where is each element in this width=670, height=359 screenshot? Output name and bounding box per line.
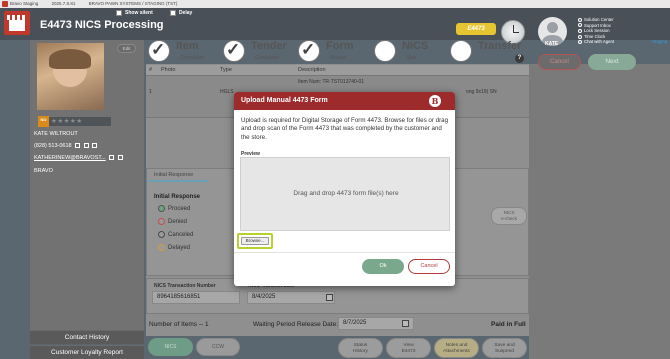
- customer-email-row: KATHERINEW@BRAVOST...: [34, 155, 123, 161]
- lock-icon: [578, 28, 582, 33]
- window-title: Bravo Staging: [10, 1, 39, 6]
- customer-email[interactable]: KATHERINEW@BRAVOST...: [34, 155, 106, 161]
- star-rating: ★★★★★: [49, 117, 111, 126]
- paid-status: Paid in Full: [491, 321, 526, 328]
- customer-rating: NO ★★★★★: [38, 116, 111, 127]
- initial-response-title: Initial Response: [154, 194, 201, 200]
- show-silent-checkbox[interactable]: Show silent: [116, 10, 153, 16]
- page-title: E4473 NICS Processing: [40, 19, 164, 31]
- window-titlebar: Bravo Staging 2025.7.8.81 BRAVO PAWN SYS…: [0, 0, 670, 8]
- nics-txn-label: NICS Transaction Number: [154, 283, 216, 289]
- tab-initial-response[interactable]: Initial Response: [148, 169, 208, 182]
- check-icon: ✓: [226, 40, 241, 59]
- dialog-cancel-button[interactable]: Cancel: [408, 259, 450, 274]
- calendar-icon[interactable]: [402, 320, 409, 327]
- view-e4473-button[interactable]: View E4473: [386, 338, 431, 358]
- app-icon: [2, 1, 8, 7]
- radio-proceed[interactable]: Proceed: [158, 205, 190, 212]
- customer-name: KATE WILTROUT: [34, 131, 78, 137]
- inbox-icon: [578, 23, 582, 28]
- browse-highlight: Browse...: [237, 233, 273, 249]
- phone-icon[interactable]: [83, 143, 89, 149]
- next-button[interactable]: Next: [588, 54, 636, 70]
- bravo-logo-icon: B: [429, 95, 441, 107]
- row-desc-tail: ong 9x19) SN: [466, 89, 497, 95]
- customer-phone-row: (828) 513-0618: [34, 143, 98, 149]
- file-dropzone[interactable]: Drag and drop 4473 form file(s) here: [240, 157, 450, 231]
- calendar-icon[interactable]: [326, 294, 333, 301]
- items-count: Number of Items -- 1: [149, 321, 209, 328]
- status-history-button[interactable]: Status History: [338, 338, 383, 358]
- help-icon[interactable]: ?: [515, 54, 524, 63]
- dropzone-text: Drag and drop 4473 form file(s) here: [293, 190, 399, 197]
- col-photo: Photo: [161, 67, 176, 73]
- col-description: Description: [298, 67, 326, 73]
- nics-txn-field[interactable]: 8964185616851: [152, 291, 240, 304]
- app-header: E4473 NICS Processing Show silent Delay …: [0, 8, 670, 46]
- ok-button[interactable]: Ok: [362, 259, 404, 274]
- progress-stepper: ✓ Item Completed ✓ Tender Completed ✓ Form…: [146, 38, 529, 64]
- radio-canceled[interactable]: Canceled: [158, 231, 193, 238]
- help-circle-icon: [578, 17, 582, 22]
- e4473-brand-badge: E4473: [456, 23, 496, 35]
- col-type: Type: [220, 67, 232, 73]
- contact-history-button[interactable]: Contact History: [30, 330, 144, 344]
- trash-icon[interactable]: [117, 155, 123, 161]
- col-number: #: [149, 67, 153, 73]
- menu-chat-with-agent[interactable]: Chat with Agent: [578, 39, 614, 45]
- customer-company: BRAVO: [34, 168, 53, 174]
- tab-ccw[interactable]: CCW: [196, 338, 240, 356]
- row-type: HGLS: [220, 89, 234, 95]
- rating-badge: NO: [38, 116, 49, 127]
- radio-denied[interactable]: Denied: [158, 218, 187, 225]
- window-company: BRAVO PAWN SYSTEMS / STAGING (TST): [88, 1, 178, 6]
- copy-icon[interactable]: [75, 143, 81, 149]
- mail-icon[interactable]: [109, 155, 115, 161]
- divider: [234, 252, 455, 253]
- row-number: 1: [149, 89, 152, 95]
- items-table-header: # Photo Type Description: [146, 65, 529, 76]
- nics-transmit-field[interactable]: 8/4/2025: [247, 291, 335, 304]
- chat-icon: [578, 40, 582, 45]
- check-icon: ✓: [151, 40, 166, 59]
- user-menu: Solution Center Support Inbox Lock Sessi…: [578, 17, 614, 45]
- check-icon: ✓: [301, 40, 316, 59]
- customer-loyalty-report-button[interactable]: Customer Loyalty Report: [30, 345, 144, 359]
- row-item-num: Item Num: TR-TST013740-01: [298, 79, 365, 85]
- user-name: KATE: [545, 41, 559, 47]
- customer-photo: [37, 43, 104, 110]
- customer-phone: (828) 513-0618: [34, 143, 72, 149]
- edit-customer-button[interactable]: Edit: [117, 44, 136, 53]
- window-version: 2025.7.8.81: [51, 1, 76, 6]
- store-logo-icon: [4, 11, 30, 35]
- customer-panel: Edit NO ★★★★★ KATE WILTROUT (828) 513-06…: [30, 40, 144, 359]
- notes-attachments-button[interactable]: Notes and Attachments: [434, 338, 479, 358]
- nics-echeck-button[interactable]: NICS e-check: [491, 207, 527, 225]
- delay-checkbox[interactable]: Delay: [170, 10, 192, 16]
- radio-delayed[interactable]: Delayed: [158, 244, 190, 251]
- right-panel: [529, 64, 670, 359]
- save-suspend-button[interactable]: Save and Suspend: [482, 338, 527, 358]
- cancel-button[interactable]: Cancel: [538, 54, 581, 70]
- dialog-title: Upload Manual 4473 Form: [234, 92, 455, 110]
- thumbs-up-icon[interactable]: [92, 143, 98, 149]
- clock-icon: [578, 34, 582, 39]
- waiting-period-label: Waiting Period Release Date:: [253, 321, 339, 328]
- staging-label: Staging: [652, 39, 668, 44]
- tab-nics[interactable]: NICS: [148, 338, 193, 356]
- upload-4473-dialog: Upload Manual 4473 Form B Upload is requ…: [234, 92, 455, 286]
- browse-button[interactable]: Browse...: [241, 237, 269, 245]
- dialog-message: Upload is required for Digital Storage o…: [241, 117, 449, 141]
